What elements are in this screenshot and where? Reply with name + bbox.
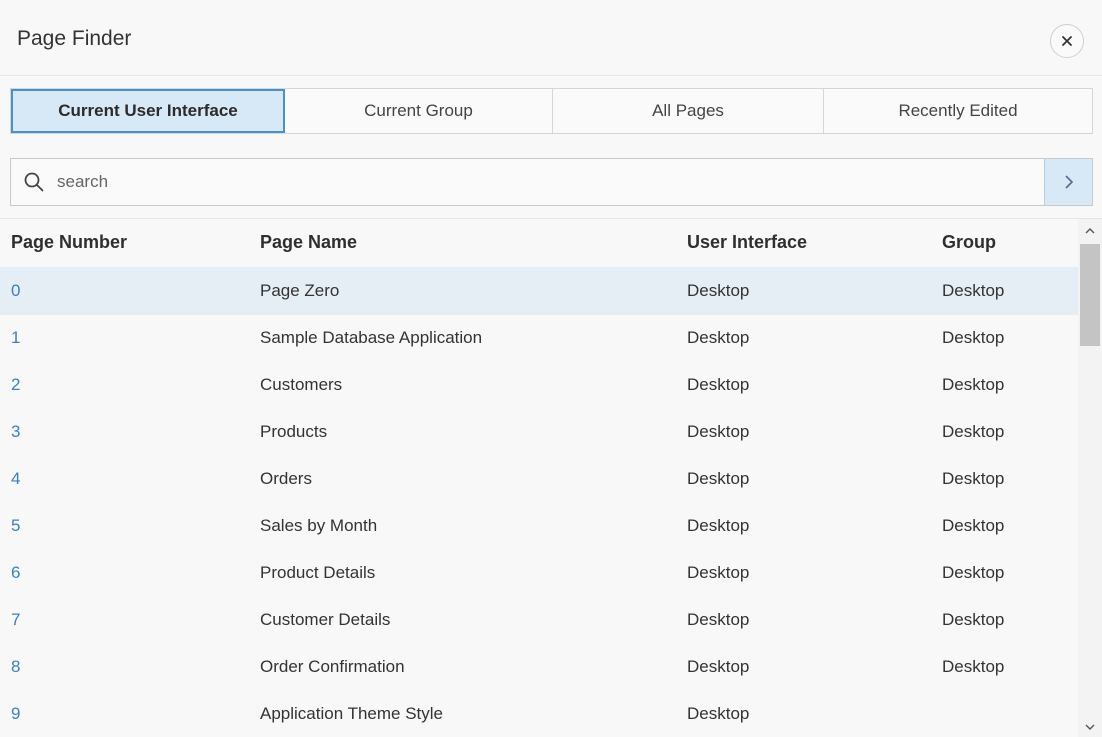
group-cell: Desktop <box>942 469 1005 488</box>
group-cell: Desktop <box>942 610 1005 629</box>
page-name-cell: Page Zero <box>260 281 340 300</box>
close-button[interactable] <box>1050 24 1084 58</box>
page-number-link[interactable]: 6 <box>11 563 20 583</box>
chevron-right-icon <box>1064 175 1073 189</box>
tab-recently-edited[interactable]: Recently Edited <box>824 89 1092 133</box>
page-number-link[interactable]: 1 <box>11 328 20 348</box>
search-input[interactable] <box>57 159 1044 205</box>
user-interface-cell: Desktop <box>687 704 750 723</box>
pages-table: Page Number Page Name User Interface Gro… <box>0 218 1102 737</box>
user-interface-cell: Desktop <box>687 516 750 535</box>
scrollbar-thumb[interactable] <box>1080 244 1100 346</box>
dialog-header: Page Finder <box>0 0 1102 76</box>
table-row[interactable]: 3 Products Desktop Desktop <box>0 408 1078 456</box>
page-name-cell: Customers <box>260 375 343 394</box>
page-number-link[interactable]: 5 <box>11 516 20 536</box>
table-row[interactable]: 4 Orders Desktop Desktop <box>0 455 1078 503</box>
group-cell: Desktop <box>942 657 1005 676</box>
page-number-link[interactable]: 2 <box>11 375 20 395</box>
page-number-link[interactable]: 0 <box>11 281 20 301</box>
page-number-link[interactable]: 7 <box>11 610 20 630</box>
page-name-cell: Products <box>260 422 328 441</box>
user-interface-cell: Desktop <box>687 375 750 394</box>
table-row[interactable]: 9 Application Theme Style Desktop <box>0 690 1078 737</box>
dialog-title: Page Finder <box>17 27 132 50</box>
user-interface-cell: Desktop <box>687 610 750 629</box>
page-name-cell: Sales by Month <box>260 516 378 535</box>
table-row[interactable]: 5 Sales by Month Desktop Desktop <box>0 502 1078 550</box>
search-icon <box>11 159 57 205</box>
page-number-link[interactable]: 4 <box>11 469 20 489</box>
page-number-link[interactable]: 8 <box>11 657 20 677</box>
search-go-button[interactable] <box>1044 159 1092 205</box>
table-header: Page Number Page Name User Interface Gro… <box>0 219 1078 267</box>
user-interface-cell: Desktop <box>687 328 750 347</box>
chevron-down-icon <box>1085 724 1095 730</box>
page-name-cell: Sample Database Application <box>260 328 483 347</box>
tab-current-group[interactable]: Current Group <box>285 89 553 133</box>
tab-all-pages[interactable]: All Pages <box>553 89 824 133</box>
page-name-cell: Order Confirmation <box>260 657 405 676</box>
column-header-group[interactable]: Group <box>942 232 996 253</box>
group-cell: Desktop <box>942 563 1005 582</box>
user-interface-cell: Desktop <box>687 563 750 582</box>
vertical-scrollbar[interactable] <box>1078 219 1102 737</box>
page-finder-dialog: Page Finder Current User Interface Curre… <box>0 0 1102 737</box>
page-name-cell: Customer Details <box>260 610 391 629</box>
table-row[interactable]: 2 Customers Desktop Desktop <box>0 361 1078 409</box>
group-cell: Desktop <box>942 516 1005 535</box>
group-cell: Desktop <box>942 328 1005 347</box>
table-row[interactable]: 8 Order Confirmation Desktop Desktop <box>0 643 1078 691</box>
user-interface-cell: Desktop <box>687 422 750 441</box>
page-number-link[interactable]: 9 <box>11 704 20 724</box>
table-row[interactable]: 6 Product Details Desktop Desktop <box>0 549 1078 597</box>
table-row[interactable]: 1 Sample Database Application Desktop De… <box>0 314 1078 362</box>
scroll-up-button[interactable] <box>1078 219 1102 241</box>
tab-current-user-interface[interactable]: Current User Interface <box>11 89 285 133</box>
page-name-cell: Product Details <box>260 563 376 582</box>
group-cell: Desktop <box>942 422 1005 441</box>
chevron-up-icon <box>1085 227 1095 233</box>
column-header-user-interface[interactable]: User Interface <box>687 232 807 253</box>
column-header-page-number[interactable]: Page Number <box>11 232 127 253</box>
page-number-link[interactable]: 3 <box>11 422 20 442</box>
search-bar <box>10 158 1093 206</box>
page-name-cell: Orders <box>260 469 312 488</box>
user-interface-cell: Desktop <box>687 657 750 676</box>
user-interface-cell: Desktop <box>687 281 750 300</box>
user-interface-cell: Desktop <box>687 469 750 488</box>
filter-tabs: Current User Interface Current Group All… <box>10 88 1093 134</box>
table-row[interactable]: 0 Page Zero Desktop Desktop <box>0 267 1078 315</box>
group-cell: Desktop <box>942 375 1005 394</box>
page-name-cell: Application Theme Style <box>260 704 444 723</box>
close-icon <box>1062 36 1072 46</box>
group-cell: Desktop <box>942 281 1005 300</box>
table-row[interactable]: 7 Customer Details Desktop Desktop <box>0 596 1078 644</box>
scroll-down-button[interactable] <box>1078 716 1102 737</box>
column-header-page-name[interactable]: Page Name <box>260 232 357 253</box>
